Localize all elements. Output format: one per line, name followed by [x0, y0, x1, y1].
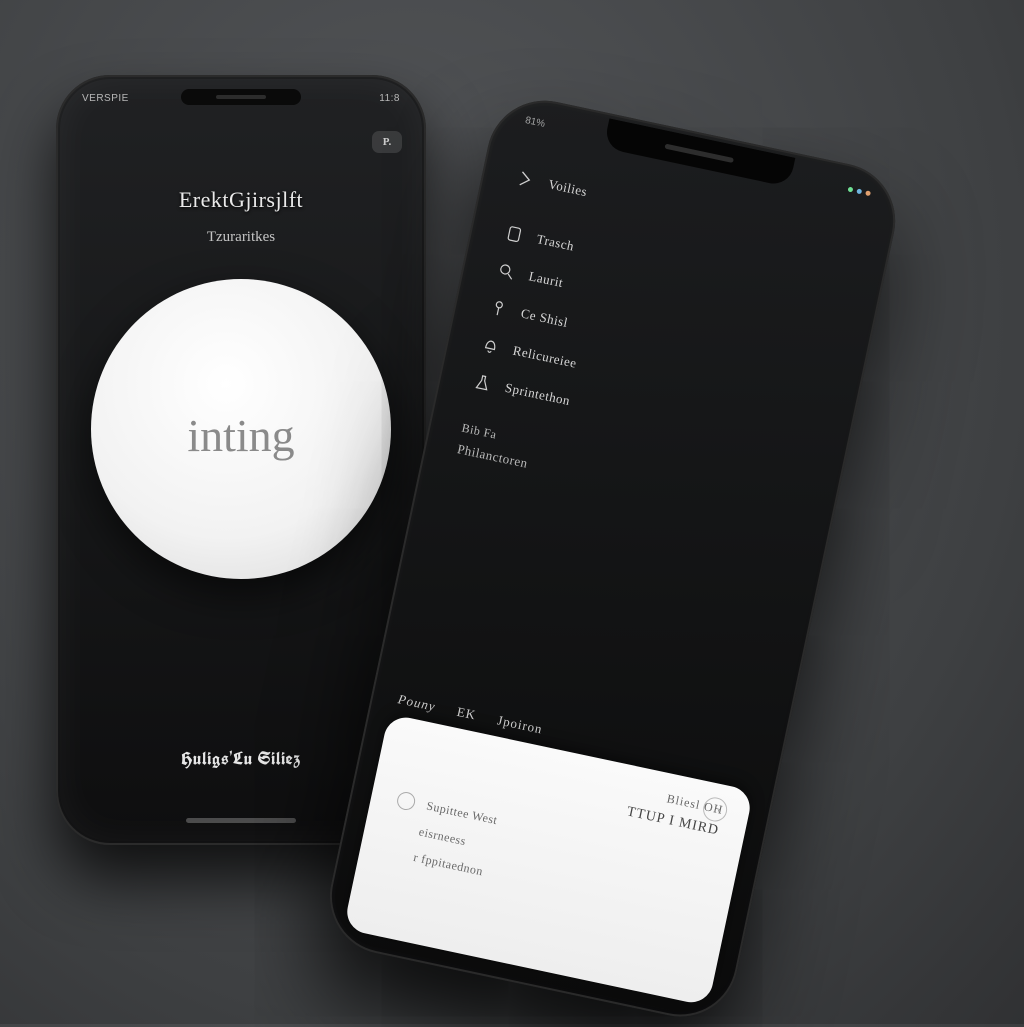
radio-icon[interactable]: [395, 790, 416, 811]
flask-icon: [470, 370, 496, 396]
circle-label: inting: [187, 409, 294, 462]
status-bar: VERSPIE 11:8: [60, 93, 422, 104]
bottom-label-primary[interactable]: Pouny: [396, 691, 437, 715]
status-right-text: 11:8: [379, 93, 400, 104]
bottom-meta-a: EK: [455, 704, 477, 724]
sheet-row-label: r fppitaednon: [412, 849, 484, 878]
corner-badge[interactable]: P.: [372, 131, 402, 153]
menu-item-label: Sprintethon: [504, 380, 572, 409]
sheet-row-label: Supittee West: [425, 798, 499, 828]
home-indicator-icon[interactable]: [186, 818, 296, 823]
chevron-right-icon: [513, 166, 539, 192]
accessory-icon: [485, 295, 511, 321]
status-left-text: VERSPIE: [82, 93, 129, 104]
radio-icon[interactable]: [390, 818, 409, 837]
status-left-text: 81%: [524, 115, 546, 130]
page-title: ErektGjirsjlft: [60, 187, 422, 213]
bottom-meta-b: Jpoiron: [496, 712, 544, 737]
menu-item-label: Ce Shisl: [519, 305, 569, 331]
page-subtitle: Tzuraritkes: [60, 229, 422, 246]
status-indicator-dots-icon: [847, 187, 871, 197]
sheet-row-label: eisrneess: [418, 824, 468, 849]
bell-icon: [478, 333, 504, 359]
menu-item-label: Relicureiee: [511, 343, 578, 372]
menu-item-label: Laurit: [527, 268, 564, 291]
settings-menu: Voilies Trasch Laurit Ce Shisl: [448, 159, 868, 531]
primary-action-circle[interactable]: inting: [91, 279, 391, 579]
menu-item-label: Trasch: [535, 231, 575, 255]
tablet-icon: [501, 221, 527, 247]
menu-header-label: Voilies: [547, 176, 589, 200]
radio-icon[interactable]: [385, 843, 404, 862]
search-icon: [493, 258, 519, 284]
